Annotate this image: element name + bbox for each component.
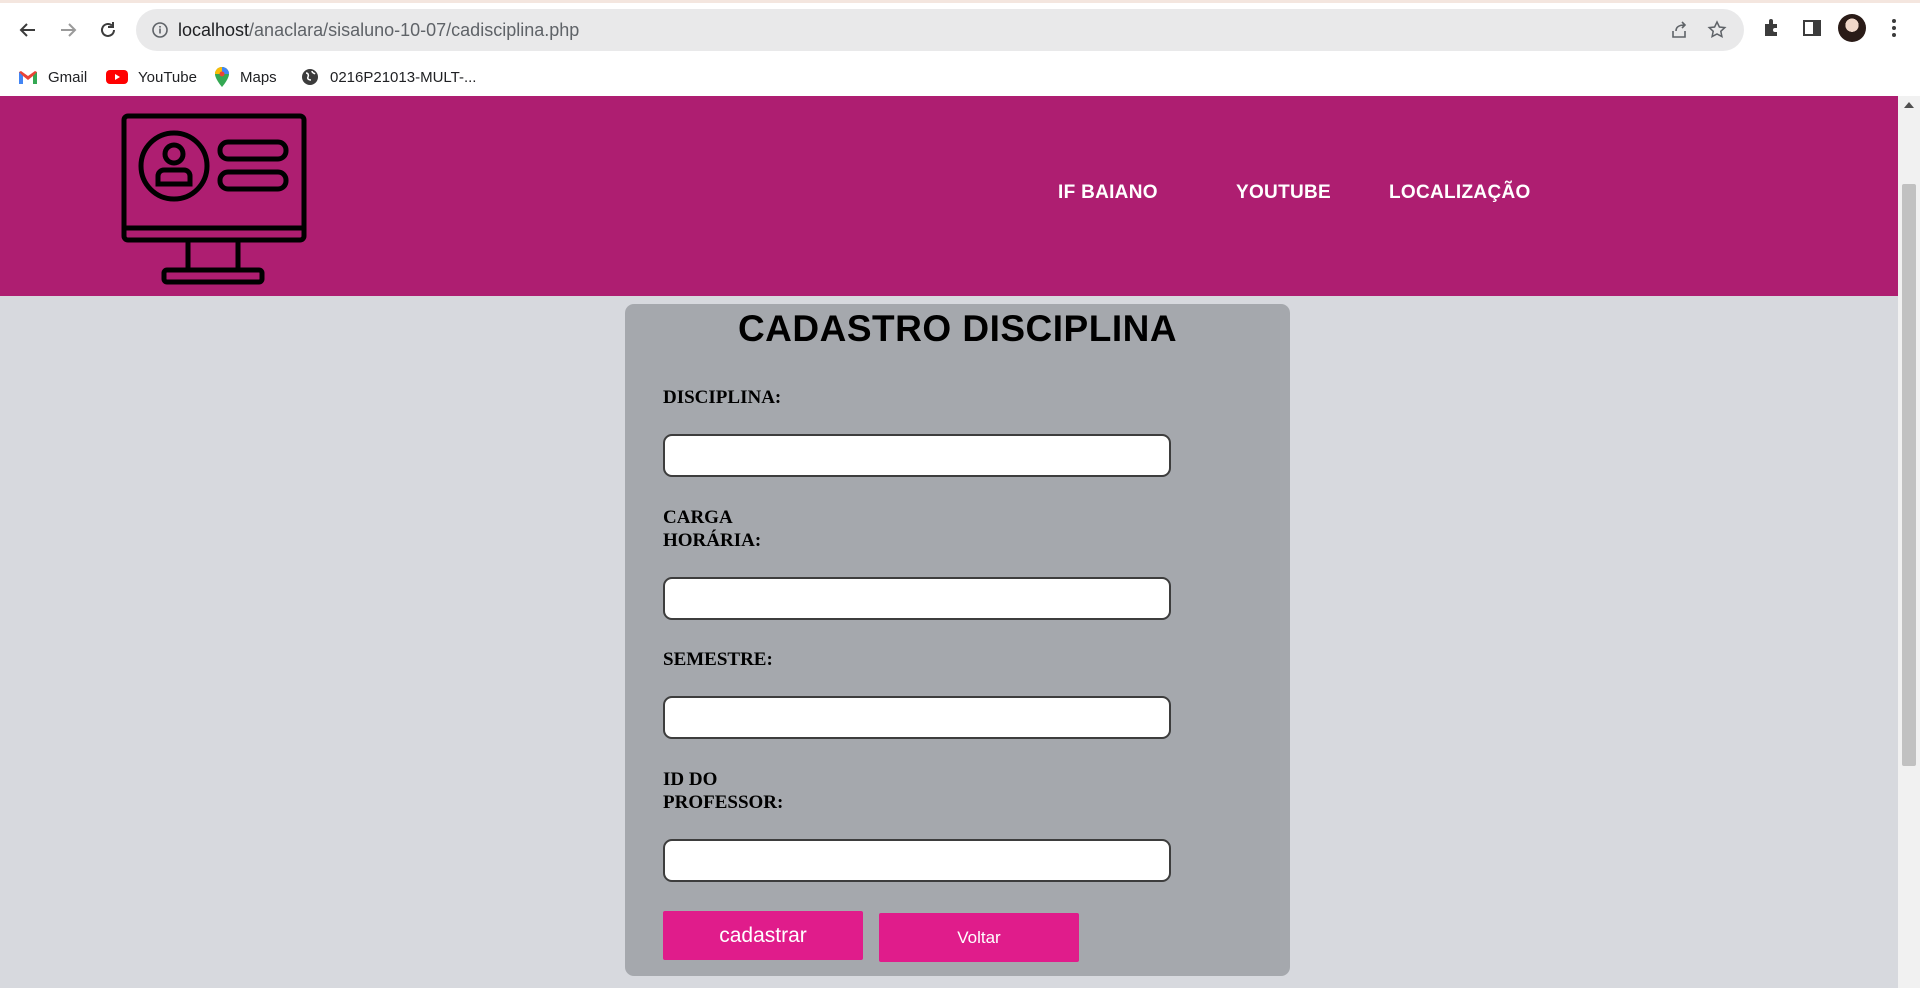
label-line: DISCIPLINA: bbox=[663, 387, 782, 408]
page-content: IF BAIANO YOUTUBE LOCALIZAÇÃO CADASTRO D… bbox=[0, 96, 1898, 988]
label-id-professor: ID DO PROFESSOR: bbox=[663, 768, 783, 814]
label-semestre: SEMESTRE: bbox=[663, 648, 773, 671]
scrollbar-thumb[interactable] bbox=[1902, 184, 1916, 766]
maps-icon bbox=[215, 67, 229, 87]
semestre-input[interactable] bbox=[663, 696, 1171, 739]
bookmark-mult[interactable]: 0216P21013-MULT-... bbox=[300, 64, 476, 90]
browser-toolbar: localhost/anaclara/sisaluno-10-07/cadisc… bbox=[0, 0, 1920, 58]
bookmark-maps[interactable]: Maps bbox=[214, 64, 277, 90]
url-host: localhost bbox=[178, 20, 250, 40]
bookmark-label: Maps bbox=[240, 68, 277, 86]
address-bar[interactable]: localhost/anaclara/sisaluno-10-07/cadisc… bbox=[136, 9, 1744, 51]
label-line: PROFESSOR: bbox=[663, 792, 784, 813]
site-header: IF BAIANO YOUTUBE LOCALIZAÇÃO bbox=[0, 96, 1898, 296]
id-professor-input[interactable] bbox=[663, 839, 1171, 882]
profile-avatar[interactable] bbox=[1838, 14, 1866, 42]
nav-link-if-baiano[interactable]: IF BAIANO bbox=[1058, 182, 1158, 204]
scroll-up-icon[interactable] bbox=[1904, 102, 1914, 108]
carga-horaria-input[interactable] bbox=[663, 577, 1171, 620]
youtube-icon bbox=[106, 70, 128, 84]
bookmark-label: YouTube bbox=[138, 68, 197, 86]
back-icon[interactable] bbox=[12, 14, 44, 46]
globe-icon bbox=[302, 69, 318, 85]
gmail-icon bbox=[19, 71, 37, 84]
label-line: ID DO bbox=[663, 769, 718, 790]
menu-kebab-icon[interactable] bbox=[1882, 16, 1908, 42]
bookmark-youtube[interactable]: YouTube bbox=[106, 64, 197, 90]
bookmark-star-icon[interactable] bbox=[1706, 19, 1728, 41]
disciplina-input[interactable] bbox=[663, 434, 1171, 477]
extensions-icon[interactable] bbox=[1760, 16, 1786, 42]
cadastrar-button[interactable]: cadastrar bbox=[663, 911, 863, 960]
url-text: localhost/anaclara/sisaluno-10-07/cadisc… bbox=[178, 20, 579, 41]
page-scrollbar[interactable] bbox=[1898, 96, 1920, 988]
form-card: CADASTRO DISCIPLINA DISCIPLINA: CARGA HO… bbox=[625, 304, 1290, 976]
forward-icon[interactable] bbox=[52, 14, 84, 46]
label-carga-horaria: CARGA HORÁRIA: bbox=[663, 506, 761, 552]
bookmark-label: 0216P21013-MULT-... bbox=[330, 68, 477, 86]
url-path: /anaclara/sisaluno-10-07/cadisciplina.ph… bbox=[249, 20, 580, 40]
label-disciplina: DISCIPLINA: bbox=[663, 386, 781, 409]
side-panel-icon[interactable] bbox=[1800, 16, 1826, 42]
bookmarks-bar: Gmail YouTube Maps 0216P21013-MULT-... bbox=[0, 58, 1920, 96]
voltar-button[interactable]: Voltar bbox=[879, 913, 1079, 962]
share-icon[interactable] bbox=[1668, 19, 1690, 41]
reload-icon[interactable] bbox=[92, 14, 124, 46]
site-info-icon[interactable] bbox=[150, 20, 170, 40]
label-line: HORÁRIA: bbox=[663, 530, 762, 551]
bookmark-label: Gmail bbox=[48, 68, 88, 86]
computer-user-profile-icon bbox=[121, 113, 307, 285]
bookmark-gmail[interactable]: Gmail bbox=[18, 64, 87, 90]
form-title: CADASTRO DISCIPLINA bbox=[737, 308, 1178, 349]
label-line: SEMESTRE: bbox=[663, 649, 773, 670]
nav-link-youtube[interactable]: YOUTUBE bbox=[1236, 182, 1331, 204]
label-line: CARGA bbox=[663, 507, 733, 528]
nav-link-localizacao[interactable]: LOCALIZAÇÃO bbox=[1389, 182, 1531, 204]
